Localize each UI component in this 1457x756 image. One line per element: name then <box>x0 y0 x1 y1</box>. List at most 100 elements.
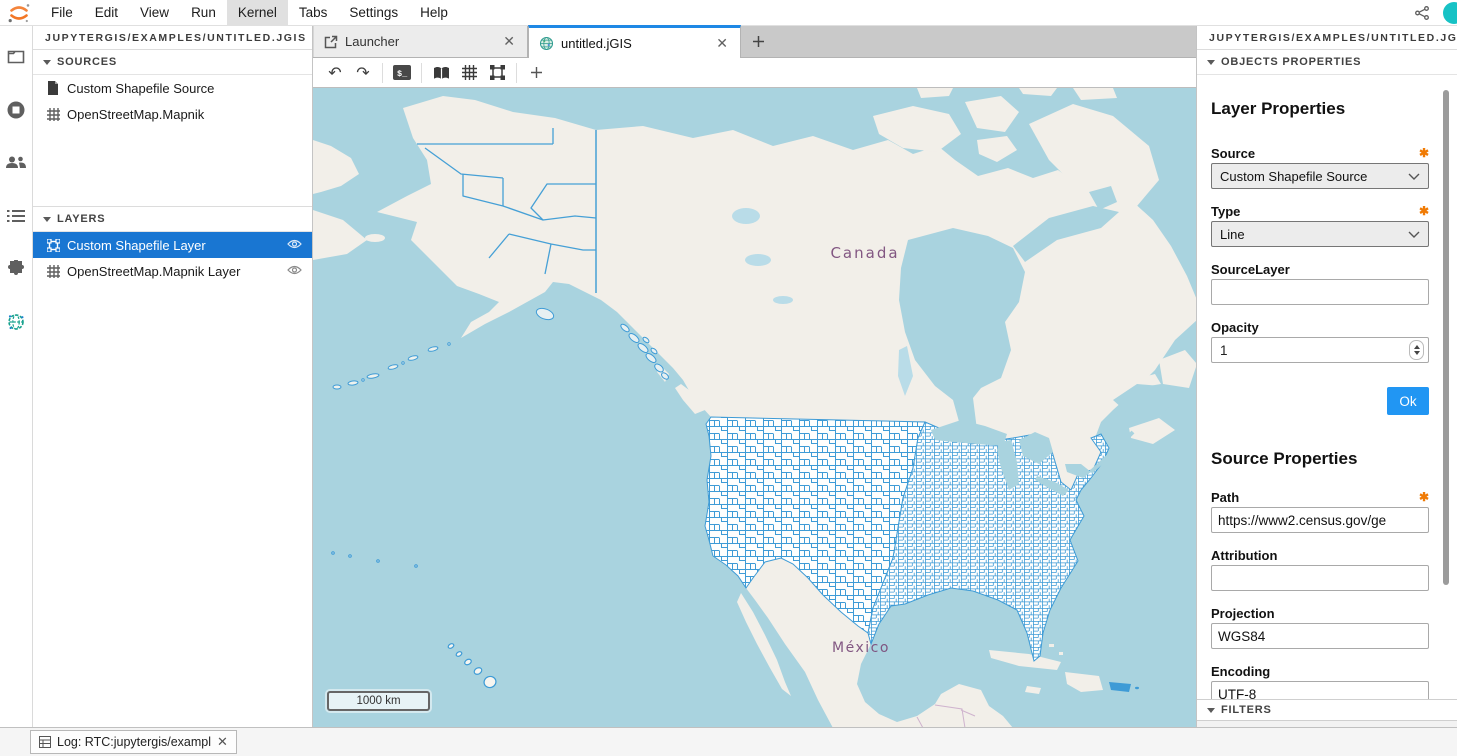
map-label-mexico: México <box>832 640 890 656</box>
layers-header-label: LAYERS <box>57 213 105 225</box>
filters-section-header[interactable]: FILTERS <box>1197 699 1457 721</box>
menu-file[interactable]: File <box>40 0 84 25</box>
menu-edit[interactable]: Edit <box>84 0 129 25</box>
editor-tab-bar: Launcher ✕ untitled.jGIS ✕ <box>313 26 1196 58</box>
menu-help[interactable]: Help <box>409 0 459 25</box>
path-field-label: Path <box>1211 490 1239 505</box>
projection-field-label: Projection <box>1211 606 1275 621</box>
close-icon[interactable]: ✕ <box>501 33 517 50</box>
source-item-label: OpenStreetMap.Mapnik <box>67 107 204 122</box>
source-field-label: Source <box>1211 146 1255 161</box>
right-panel-breadcrumb: JUPYTERGIS/EXAMPLES/UNTITLED.JGIS <box>1197 26 1457 50</box>
menu-run[interactable]: Run <box>180 0 227 25</box>
vector-layer-button[interactable] <box>483 61 511 85</box>
right-panel-scrollbar[interactable] <box>1443 90 1449 585</box>
visibility-eye-icon[interactable] <box>287 264 302 279</box>
layers-list: Custom Shapefile Layer OpenStreetMap.Map… <box>33 232 312 284</box>
required-asterisk-icon: ✱ <box>1419 204 1429 218</box>
grid-layer-button[interactable] <box>455 61 483 85</box>
menu-settings[interactable]: Settings <box>338 0 409 25</box>
launcher-icon <box>324 35 338 49</box>
redo-button[interactable]: ↷ <box>349 61 377 85</box>
source-item-custom-shapefile[interactable]: Custom Shapefile Source <box>33 75 312 101</box>
encoding-field-group: Encoding <box>1211 663 1429 699</box>
sources-section-header[interactable]: SOURCES <box>33 50 312 75</box>
attribution-field-label: Attribution <box>1211 548 1277 563</box>
close-icon[interactable]: ✕ <box>217 734 228 750</box>
log-console-icon <box>39 736 51 748</box>
table-of-contents-icon[interactable] <box>0 199 33 232</box>
tab-launcher[interactable]: Launcher ✕ <box>313 26 528 57</box>
toolbar-separator <box>382 63 383 83</box>
ok-button[interactable]: Ok <box>1387 387 1429 415</box>
console-button[interactable]: $_ <box>388 61 416 85</box>
tab-label: untitled.jGIS <box>561 36 632 51</box>
map-label-canada: Canada <box>830 244 899 262</box>
basemap-button[interactable] <box>427 61 455 85</box>
source-select-value: Custom Shapefile Source <box>1220 169 1367 184</box>
tab-label: Launcher <box>345 34 399 49</box>
menu-kernel[interactable]: Kernel <box>227 0 288 25</box>
attribution-input[interactable] <box>1211 565 1429 591</box>
chevron-down-icon <box>1408 173 1420 180</box>
extensions-puzzle-icon[interactable] <box>0 252 33 285</box>
stepper-arrows-icon[interactable] <box>1409 340 1424 360</box>
map-canvas[interactable]: Canada México 1000 km <box>313 88 1196 727</box>
menu-view[interactable]: View <box>129 0 180 25</box>
svg-text:$_: $_ <box>397 69 408 79</box>
sourcelayer-input[interactable] <box>1211 279 1429 305</box>
source-item-osm-mapnik[interactable]: OpenStreetMap.Mapnik <box>33 101 312 127</box>
type-select-value: Line <box>1220 227 1245 242</box>
visibility-eye-icon[interactable] <box>287 238 302 253</box>
projection-input[interactable] <box>1211 623 1429 649</box>
layer-item-label: Custom Shapefile Layer <box>67 238 206 253</box>
menubar-right <box>1409 0 1457 25</box>
bottom-status-bar: Log: RTC:jupytergis/exampl ✕ <box>0 727 1457 756</box>
encoding-input[interactable] <box>1211 681 1429 699</box>
undo-button[interactable]: ↶ <box>321 61 349 85</box>
share-icon[interactable] <box>1409 0 1435 25</box>
chevron-down-icon <box>43 217 51 222</box>
right-panel-filler <box>1197 721 1457 727</box>
jupyter-logo-icon <box>6 1 32 25</box>
sources-header-label: SOURCES <box>57 56 117 68</box>
layers-section-header[interactable]: LAYERS <box>33 207 312 232</box>
log-tab-label: Log: RTC:jupytergis/exampl <box>57 735 211 749</box>
layer-item-custom-shapefile[interactable]: Custom Shapefile Layer <box>33 232 312 258</box>
opacity-stepper[interactable]: 1 <box>1211 337 1429 363</box>
add-layer-button[interactable] <box>522 61 550 85</box>
source-select[interactable]: Custom Shapefile Source <box>1211 163 1429 189</box>
required-asterisk-icon: ✱ <box>1419 490 1429 504</box>
sourcelayer-field-group: SourceLayer <box>1211 261 1429 305</box>
chevron-down-icon <box>43 60 51 65</box>
path-field-group: Path ✱ <box>1211 489 1429 533</box>
menu-tabs[interactable]: Tabs <box>288 0 339 25</box>
sources-list: Custom Shapefile Source OpenStreetMap.Ma… <box>33 75 312 207</box>
layer-item-osm-mapnik[interactable]: OpenStreetMap.Mapnik Layer <box>33 258 312 284</box>
toolbar-separator <box>421 63 422 83</box>
toolbar-separator <box>516 63 517 83</box>
jupytergis-globe-icon[interactable] <box>0 305 33 338</box>
opacity-field-label: Opacity <box>1211 320 1259 335</box>
running-sessions-icon[interactable] <box>0 93 33 126</box>
objects-properties-header[interactable]: OBJECTS PROPERTIES <box>1197 50 1457 75</box>
new-tab-button[interactable] <box>741 26 775 57</box>
file-browser-icon[interactable] <box>0 40 33 73</box>
source-field-group: Source ✱ Custom Shapefile Source <box>1211 145 1429 189</box>
file-icon <box>45 81 61 95</box>
main-body: JUPYTERGIS/EXAMPLES/UNTITLED.JGIS SOURCE… <box>0 26 1457 727</box>
type-select[interactable]: Line <box>1211 221 1429 247</box>
chevron-down-icon <box>1207 60 1215 65</box>
close-icon[interactable]: ✕ <box>714 35 730 52</box>
tab-untitled-jgis[interactable]: untitled.jGIS ✕ <box>528 25 741 58</box>
right-properties-panel: JUPYTERGIS/EXAMPLES/UNTITLED.JGIS OBJECT… <box>1197 26 1457 727</box>
path-input[interactable] <box>1211 507 1429 533</box>
collaboration-users-icon[interactable] <box>0 146 33 179</box>
activity-bar <box>0 26 33 727</box>
type-field-group: Type ✱ Line <box>1211 203 1429 247</box>
log-console-tab[interactable]: Log: RTC:jupytergis/exampl ✕ <box>30 730 237 754</box>
chevron-down-icon <box>1408 231 1420 238</box>
user-avatar[interactable] <box>1443 2 1457 24</box>
attribution-field-group: Attribution <box>1211 547 1429 591</box>
objects-properties-label: OBJECTS PROPERTIES <box>1221 56 1361 68</box>
